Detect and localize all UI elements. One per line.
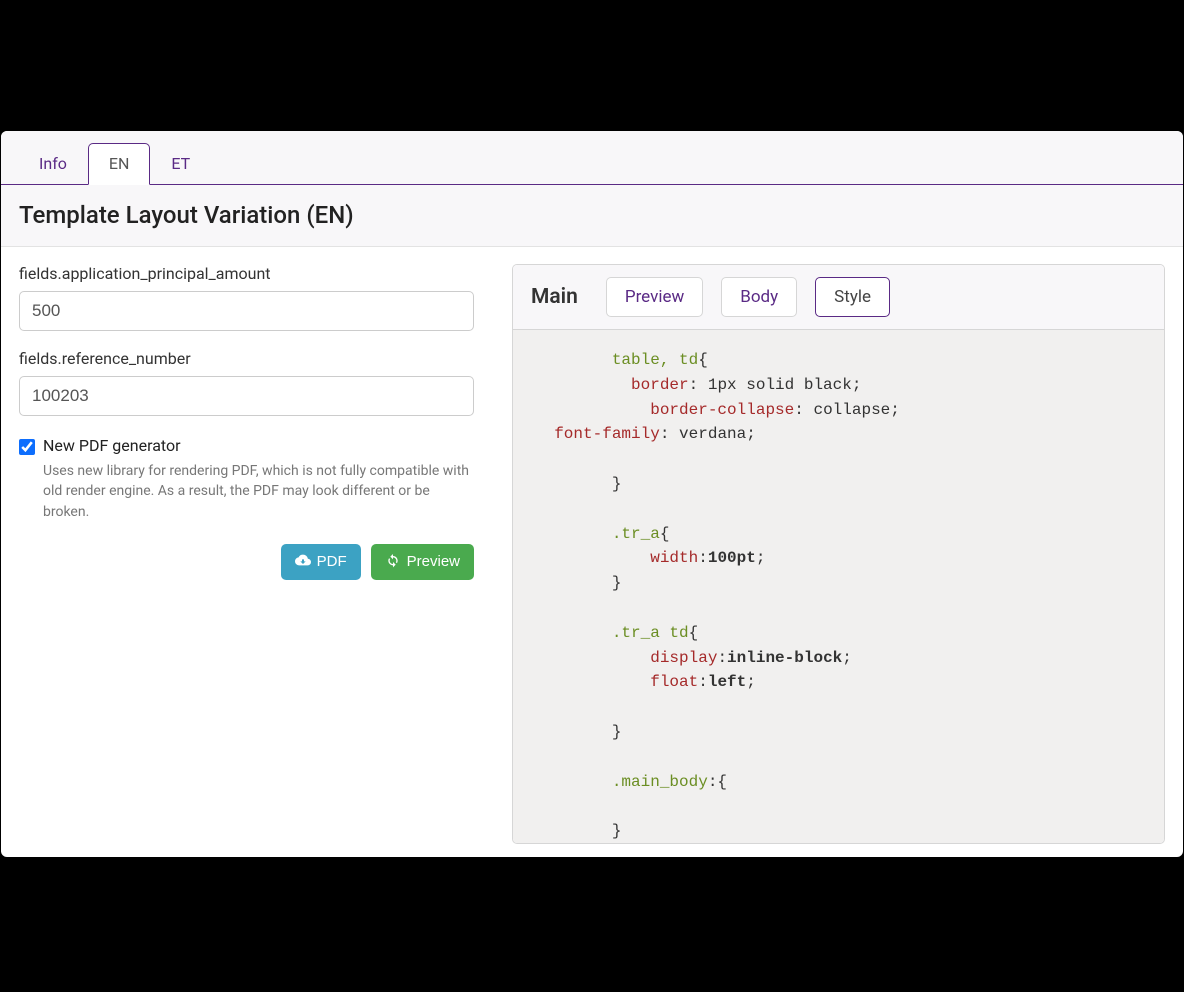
code-prop: border <box>631 376 689 394</box>
code-brace: :{ <box>708 773 727 791</box>
new-pdf-generator-help: Uses new library for rendering PDF, whic… <box>43 461 474 522</box>
field-reference-number-label: fields.reference_number <box>19 349 474 368</box>
code-brace: { <box>660 525 670 543</box>
code-semi: ; <box>842 649 852 667</box>
subtab-preview[interactable]: Preview <box>606 277 703 317</box>
code-colon: : <box>689 376 699 394</box>
code-colon: : <box>794 401 804 419</box>
code-val: 100pt <box>708 549 756 567</box>
code-brace: } <box>612 475 622 493</box>
code-selector: .tr_a <box>612 525 660 543</box>
code-prop: display <box>650 649 717 667</box>
page-title: Template Layout Variation (EN) <box>19 201 1165 229</box>
field-principal-amount-input[interactable] <box>19 291 474 331</box>
code-semi: ; <box>756 549 766 567</box>
right-panel-title: Main <box>531 285 578 309</box>
code-prop: border-collapse <box>650 401 794 419</box>
code-brace: } <box>612 723 622 741</box>
tab-info[interactable]: Info <box>18 143 88 184</box>
code-brace: { <box>698 351 708 369</box>
app-window: Info EN ET Template Layout Variation (EN… <box>1 131 1183 857</box>
right-panel: Main Preview Body Style table, td{ borde… <box>512 264 1165 844</box>
code-val: 1px solid black <box>698 376 852 394</box>
code-selector: table, td <box>612 351 698 369</box>
top-tabs: Info EN ET <box>1 131 1183 185</box>
left-panel: fields.application_principal_amount fiel… <box>19 264 474 844</box>
code-val: left <box>708 673 746 691</box>
code-prop: width <box>650 549 698 567</box>
code-semi: ; <box>746 673 756 691</box>
code-selector: .tr_a td <box>612 624 689 642</box>
pdf-button[interactable]: PDF <box>281 544 361 580</box>
preview-button[interactable]: Preview <box>371 544 474 580</box>
code-val: collapse <box>804 401 890 419</box>
field-principal-amount-label: fields.application_principal_amount <box>19 264 474 283</box>
refresh-icon <box>385 552 401 572</box>
code-semi: ; <box>852 376 862 394</box>
style-code-editor[interactable]: table, td{ border: 1px solid black; bord… <box>513 330 1164 843</box>
code-colon: : <box>660 425 670 443</box>
tab-et[interactable]: ET <box>150 143 211 184</box>
field-reference-number-input[interactable] <box>19 376 474 416</box>
code-val: verdana <box>669 425 746 443</box>
code-brace: { <box>689 624 699 642</box>
field-reference-number-group: fields.reference_number <box>19 349 474 416</box>
code-colon: : <box>698 673 708 691</box>
button-row: PDF Preview <box>19 544 474 580</box>
cloud-download-icon <box>295 552 311 572</box>
code-brace: } <box>612 574 622 592</box>
new-pdf-generator-checkbox[interactable] <box>19 439 35 455</box>
new-pdf-generator-label: New PDF generator <box>43 436 181 455</box>
code-brace: } <box>612 822 622 840</box>
content-area: fields.application_principal_amount fiel… <box>1 247 1183 857</box>
new-pdf-generator-row: New PDF generator <box>19 436 474 455</box>
code-prop: font-family <box>554 425 660 443</box>
code-val: inline-block <box>727 649 842 667</box>
pdf-button-label: PDF <box>317 553 347 570</box>
code-selector: .main_body <box>612 773 708 791</box>
preview-button-label: Preview <box>407 553 460 570</box>
tab-en[interactable]: EN <box>88 143 151 185</box>
code-colon: : <box>717 649 727 667</box>
header-bar: Template Layout Variation (EN) <box>1 185 1183 247</box>
code-colon: : <box>698 549 708 567</box>
code-semi: ; <box>890 401 900 419</box>
subtab-body[interactable]: Body <box>721 277 797 317</box>
right-panel-header: Main Preview Body Style <box>513 265 1164 330</box>
subtab-style[interactable]: Style <box>815 277 890 317</box>
code-prop: float <box>650 673 698 691</box>
code-semi: ; <box>746 425 756 443</box>
field-principal-amount-group: fields.application_principal_amount <box>19 264 474 331</box>
